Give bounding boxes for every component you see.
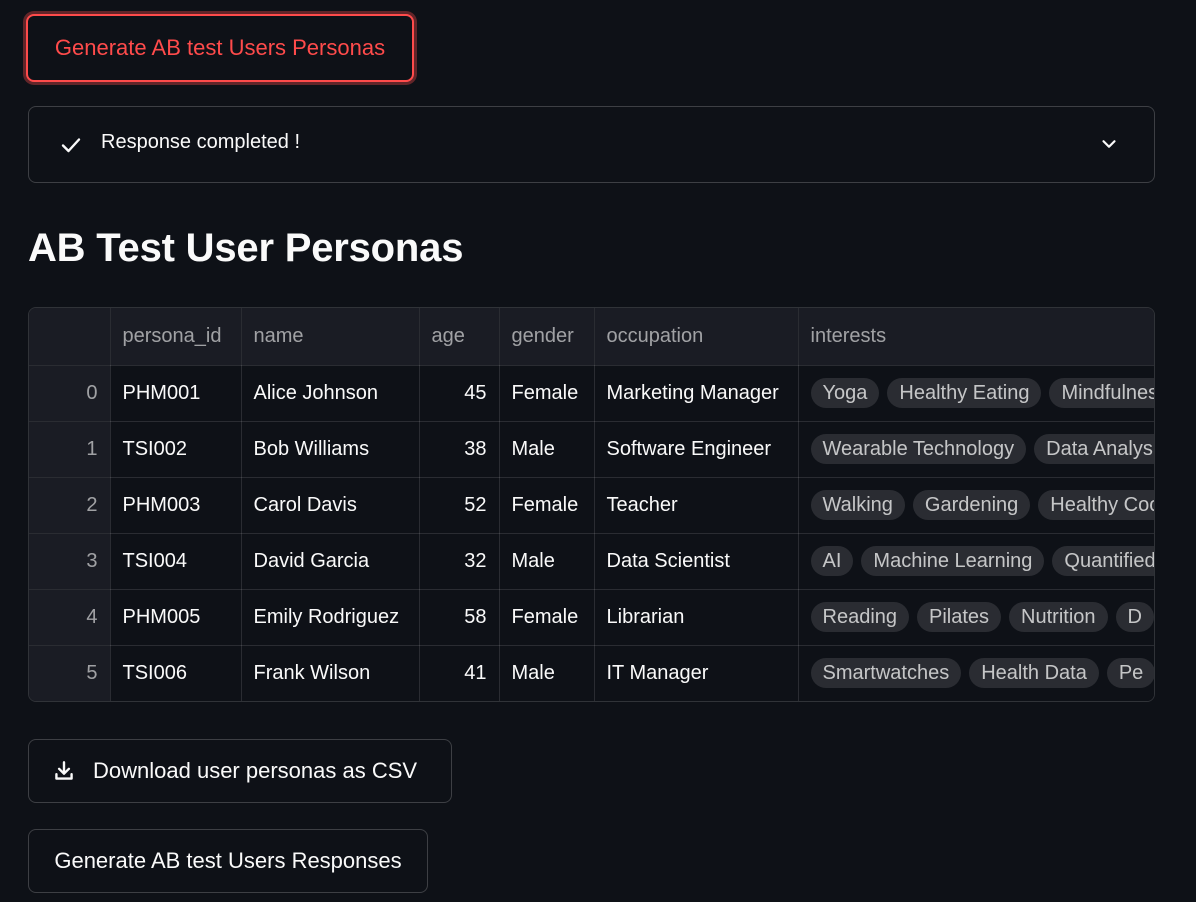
table-row[interactable]: 0 PHM001 Alice Johnson 45 Female Marketing Ma… [29,365,1154,422]
interest-tag: Pilates [917,602,1002,632]
page-title: AB Test User Personas [28,226,464,270]
personas-dataframe: persona_id name age gender occupation in… [29,308,1154,701]
download-icon [55,761,73,780]
cell-persona-id[interactable]: TSI002 [110,421,242,478]
row-index[interactable]: 4 [29,589,111,646]
interest-tag: Reading [810,602,910,632]
cell-gender[interactable]: Female [499,365,595,422]
table-row[interactable]: 2 PHM003 Carol Davis 52 Female Teacher Walking… [29,477,1154,534]
cell-name[interactable]: Emily Rodriguez [241,589,420,646]
interest-tag: D [1115,602,1154,632]
row-index[interactable]: 2 [29,477,111,534]
cell-persona-id[interactable]: TSI006 [110,645,242,701]
chevron-down-icon[interactable] [1098,133,1120,155]
cell-name[interactable]: Alice Johnson [241,365,420,422]
cell-persona-id[interactable]: TSI004 [110,533,242,590]
interest-tag: Healthy Eating [887,378,1042,408]
interest-tag: Gardening [912,490,1031,520]
interest-tag: Quantified Self [1052,546,1154,576]
interest-tag: Nutrition [1009,602,1108,632]
table-row[interactable]: 5 TSI006 Frank Wilson 41 Male IT Manager Smart… [29,645,1154,701]
cell-age[interactable]: 52 [419,477,500,534]
row-index[interactable]: 3 [29,533,111,590]
cell-gender[interactable]: Male [499,645,595,701]
app-page: Generate AB test Users Personas Response… [0,0,1196,902]
cell-age[interactable]: 41 [419,645,500,701]
generate-personas-button[interactable]: Generate AB test Users Personas [26,14,414,82]
cell-interests[interactable]: YogaHealthy EatingMindfulness [798,365,1154,422]
row-index[interactable]: 1 [29,421,111,478]
table-header-row: persona_id name age gender occupation in… [29,308,1154,366]
cell-persona-id[interactable]: PHM005 [110,589,242,646]
cell-gender[interactable]: Female [499,477,595,534]
generate-responses-button[interactable]: Generate AB test Users Responses [28,829,428,893]
cell-interests[interactable]: Smartwatches Health Data Pe [798,645,1154,701]
cell-occupation[interactable]: Marketing Manager [594,365,799,422]
column-header-index[interactable] [29,308,111,366]
table-row[interactable]: 3 TSI004 David Garcia 32 Male Data Scientist A… [29,533,1154,590]
row-index[interactable]: 5 [29,645,111,701]
interest-tag: Health Data [969,658,1099,689]
cell-persona-id[interactable]: PHM003 [110,477,242,534]
cell-occupation[interactable]: Teacher [594,477,799,534]
cell-interests[interactable]: AIMachine LearningQuantified Self [798,533,1154,590]
cell-age[interactable]: 32 [419,533,500,590]
cell-interests[interactable]: Reading Pilates Nutrition D [798,589,1154,646]
interest-tag: AI [810,546,854,576]
row-index[interactable]: 0 [29,365,111,422]
interest-tag: Pe [1106,658,1154,689]
cell-age[interactable]: 45 [419,365,500,422]
check-icon [61,138,81,153]
table-row[interactable]: 1 TSI002 Bob Williams 38 Male Software Engine… [29,421,1154,478]
cell-name[interactable]: Bob Williams [241,421,420,478]
column-header-name[interactable]: name [241,308,420,366]
interest-tag: Healthy Cooking [1038,490,1154,520]
column-header-age[interactable]: age [419,308,500,366]
cell-occupation[interactable]: IT Manager [594,645,799,701]
column-header-gender[interactable]: gender [499,308,595,366]
interest-tag: Walking [810,490,905,520]
cell-name[interactable]: Carol Davis [241,477,420,534]
cell-gender[interactable]: Male [499,533,595,590]
cell-gender[interactable]: Female [499,589,595,646]
interest-tag: Yoga [810,378,880,408]
personas-table[interactable]: persona_id name age gender occupation in… [28,307,1155,702]
cell-interests[interactable]: Wearable TechnologyData Analysis [798,421,1154,478]
cell-age[interactable]: 38 [419,421,500,478]
download-csv-label: Download user personas as CSV [93,758,418,783]
cell-name[interactable]: Frank Wilson [241,645,420,701]
column-header-occupation[interactable]: occupation [594,308,799,366]
interest-tag: Smartwatches [810,658,962,689]
interest-tag: Wearable Technology [810,434,1027,464]
interest-tag: Mindfulness [1049,378,1154,408]
interest-tag: Machine Learning [861,546,1045,576]
status-label: Response completed ! [101,131,301,153]
column-header-interests[interactable]: interests [798,308,1154,366]
cell-age[interactable]: 58 [419,589,500,646]
table-row[interactable]: 4 PHM005 Emily Rodriguez 58 Female Librarian R… [29,589,1154,646]
cell-gender[interactable]: Male [499,421,595,478]
cell-persona-id[interactable]: PHM001 [110,365,242,422]
status-expander[interactable]: Response completed ! [28,106,1155,183]
column-header-persona-id[interactable]: persona_id [110,308,242,366]
download-csv-button[interactable]: Download user personas as CSV [28,739,452,803]
table-body: 0 PHM001 Alice Johnson 45 Female Marketing Ma… [29,365,1154,701]
cell-occupation[interactable]: Data Scientist [594,533,799,590]
interest-tag: Data Analysis [1034,434,1154,464]
cell-name[interactable]: David Garcia [241,533,420,590]
cell-occupation[interactable]: Librarian [594,589,799,646]
cell-occupation[interactable]: Software Engineer [594,421,799,478]
cell-interests[interactable]: WalkingGardeningHealthy Cooking [798,477,1154,534]
